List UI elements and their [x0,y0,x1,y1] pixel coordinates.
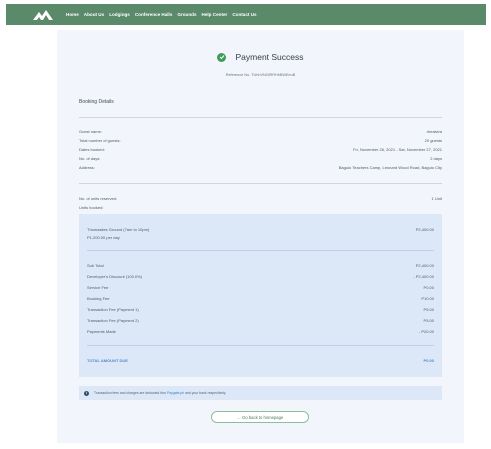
summary-row-transaction-fee-1: Transaction Fee (Payment 1) P5.00 [87,307,434,312]
paygate-link[interactable]: Paygate.ph [167,391,184,395]
divider [79,117,442,118]
summary-value: - P2,400.00 [413,274,434,279]
summary-label: Booking Fee [87,296,110,301]
check-circle-icon [217,52,227,62]
summary-row-payments-made: Payments Made - P20.00 [87,329,434,334]
divider [79,183,442,184]
payment-summary: Thomasites Ground (7am to 10pm) P2,400.0… [79,214,442,377]
unit-amount: P2,400.00 [415,227,434,232]
summary-row-booking-fee: Booking Fee P10.00 [87,296,434,301]
summary-label: Transaction Fee (Payment 2) [87,318,139,323]
detail-label: Dates booked: [79,147,105,152]
nav-about-us[interactable]: About Us [84,12,104,17]
unit-line: Thomasites Ground (7am to 10pm) P2,400.0… [87,227,434,232]
detail-value: Baguio Teachers Camp, Leonard Wood Road,… [338,165,442,170]
detail-value: rhealvira [426,129,442,134]
unit-rate-line: P1,200.00 per day [87,235,434,240]
top-navbar: Home About Us Lodgings Conference Halls … [6,4,486,25]
detail-row-guest-name: Guest name: rhealvira [79,129,442,134]
detail-value: 2 days [430,156,442,161]
detail-label: Total number of guests: [79,138,121,143]
detail-label: Guest name: [79,129,102,134]
units-reserved-row: No. of units reserved: 1 Unit [79,196,442,201]
unit-name: Thomasites Ground (7am to 10pm) [87,227,150,232]
summary-value: P5.00 [423,307,434,312]
total-amount-row: TOTAL AMOUNT DUE P0.00 [87,358,434,363]
detail-row-guests: Total number of guests: 20 guests [79,138,442,143]
summary-row-transaction-fee-2: Transaction Fee (Payment 2) P5.00 [87,318,434,323]
summary-label: Sub Total [87,263,104,268]
summary-label: Transaction Fee (Payment 1) [87,307,139,312]
detail-label: No. of days: [79,156,101,161]
back-to-homepage-button[interactable]: ← Go back to homepage [211,411,309,423]
mountain-logo-icon[interactable] [32,8,54,22]
reference-number: Reference No. TUhhVNGiRRHhBWEeuB [225,73,296,77]
nav-contact-us[interactable]: Contact Us [232,12,256,17]
units-reserved-value: 1 Unit [431,196,442,201]
unit-rate: P1,200.00 per day [87,235,120,240]
nav-grounds[interactable]: Grounds [177,12,196,17]
notice-text-after: and your bank respectively. [185,391,227,395]
summary-divider [87,345,434,346]
detail-value: Fri, November 26, 2021 - Sat, November 2… [353,147,442,152]
summary-value: P0.00 [423,285,434,290]
units-booked-label: Units booked: [79,205,104,210]
summary-row-service-fee: Service Fee P0.00 [87,285,434,290]
fee-notice: i Transaction fees and charges are deduc… [79,386,442,400]
nav-help-center[interactable]: Help Center [202,12,228,17]
detail-row-address: Address: Baguio Teachers Camp, Leonard W… [79,165,442,170]
detail-value: 20 guests [424,138,442,143]
units-reserved-label: No. of units reserved: [79,196,118,201]
main-nav: Home About Us Lodgings Conference Halls … [66,12,257,17]
nav-home[interactable]: Home [66,12,79,17]
summary-divider [87,250,434,251]
summary-row-subtotal: Sub Total P2,400.00 [87,263,434,268]
summary-label: Developer's Discount (100.0%) [87,274,143,279]
detail-row-dates: Dates booked: Fri, November 26, 2021 - S… [79,147,442,152]
detail-row-days: No. of days: 2 days [79,156,442,161]
booking-details-title: Booking Details [79,99,114,105]
summary-label: Payments Made [87,329,116,334]
info-icon: i [84,390,89,396]
summary-label: Service Fee [87,285,109,290]
total-value: P0.00 [423,358,434,363]
page-title: Payment Success [235,52,304,62]
summary-value: P10.00 [421,296,434,301]
payment-header: Payment Success [57,52,464,62]
summary-value: - P20.00 [418,329,434,334]
payment-success-card: Payment Success Reference No. TUhhVNGiRR… [57,30,464,443]
units-booked-row: Units booked: [79,205,442,210]
summary-value: P2,400.00 [415,263,434,268]
detail-label: Address: [79,165,95,170]
summary-row-discount: Developer's Discount (100.0%) - P2,400.0… [87,274,434,279]
notice-text-before: Transaction fees and charges are deducte… [94,391,167,395]
total-label: TOTAL AMOUNT DUE [87,358,128,363]
notice-text: Transaction fees and charges are deducte… [94,391,226,395]
nav-lodgings[interactable]: Lodgings [109,12,130,17]
summary-value: P5.00 [423,318,434,323]
nav-conference-halls[interactable]: Conference Halls [135,12,173,17]
